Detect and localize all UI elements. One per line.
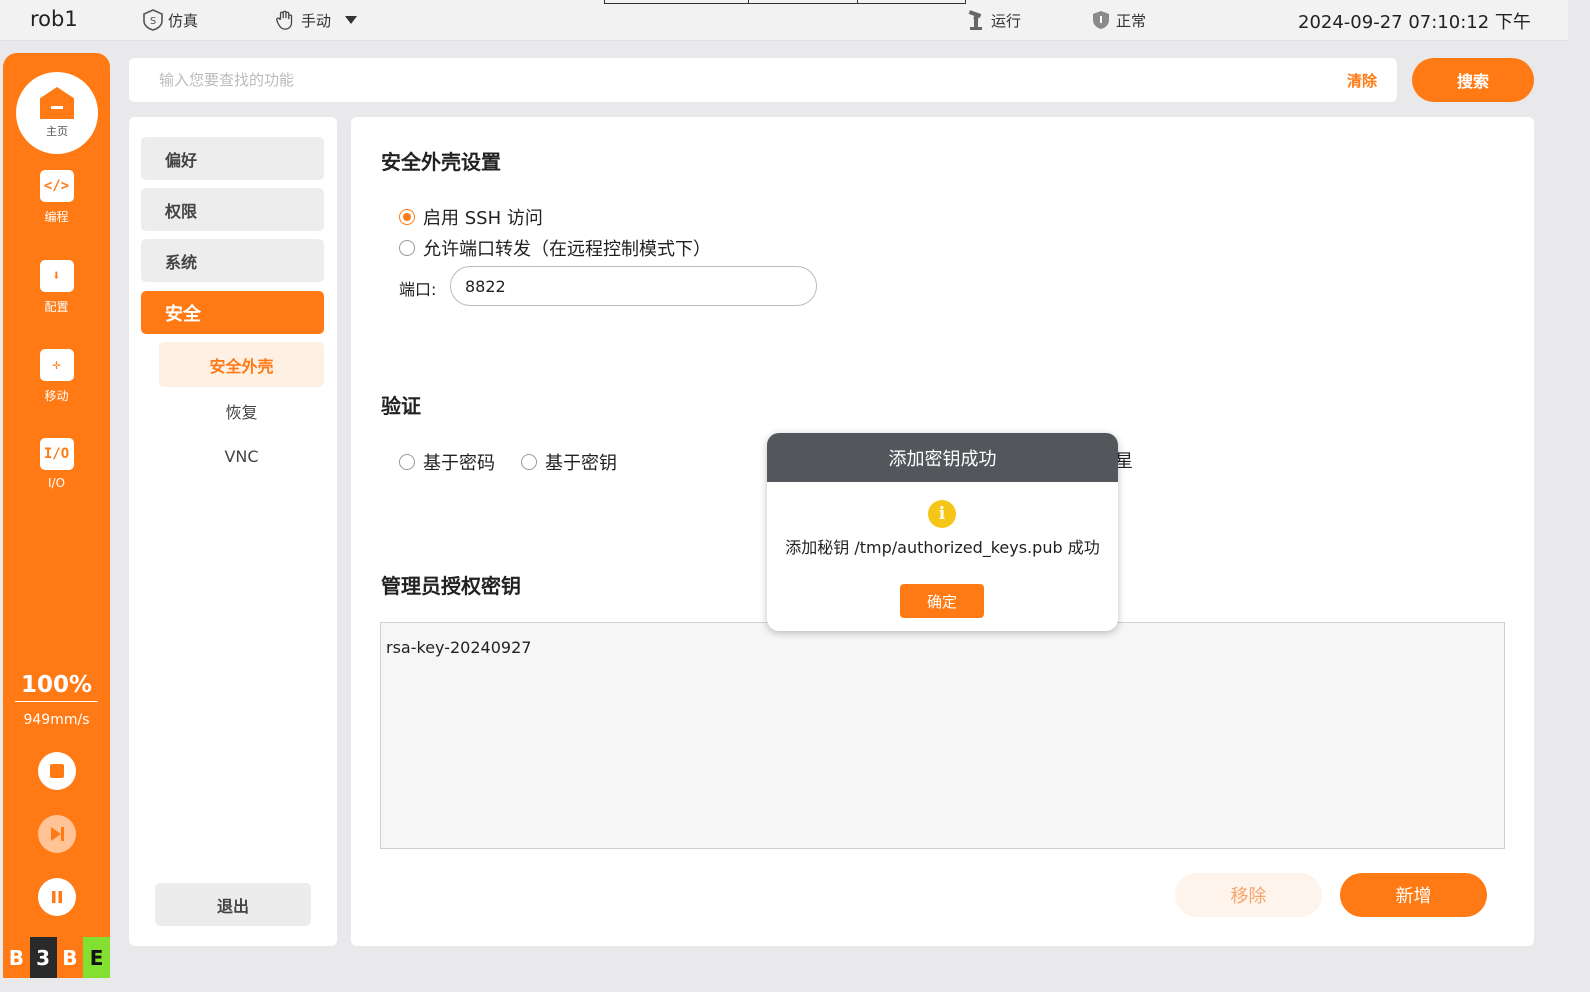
chevron-down-icon — [345, 16, 358, 24]
clear-button[interactable]: 清除 — [1347, 70, 1377, 91]
svg-text:S: S — [150, 16, 156, 27]
port-label: 端口: — [399, 280, 437, 299]
mode-label: 仿真 — [168, 11, 199, 30]
nav-program[interactable]: </> 编程 — [3, 170, 110, 225]
radio-selected-icon — [399, 209, 415, 225]
operation-label: 手动 — [301, 11, 332, 30]
home-label: 主页 — [46, 125, 68, 138]
nav-move-label: 移动 — [44, 389, 69, 403]
top-tab-outline — [604, 0, 966, 4]
top-bar: rob1 S 仿真 手动 运行 正常 2024-09-27 07:10:12 下… — [0, 0, 1568, 41]
add-key-button[interactable]: 新增 — [1340, 873, 1487, 917]
authorized-keys-list: rsa-key-20240927 — [380, 622, 1505, 849]
simulation-icon: S — [142, 9, 164, 31]
auth-password-radio[interactable]: 基于密码 — [399, 449, 495, 475]
nav-config[interactable]: ⬇ 配置 — [3, 260, 110, 315]
robot-arm-icon — [965, 9, 987, 31]
submenu-item-vnc[interactable]: VNC — [159, 434, 324, 479]
status-letter-3: B — [56, 937, 84, 978]
port-forward-label: 允许端口转发（在远程控制模式下） — [423, 239, 711, 260]
auth-password-label: 基于密码 — [423, 453, 495, 474]
port-forward-radio[interactable]: 允许端口转发（在远程控制模式下） — [399, 235, 711, 261]
dialog-title: 添加密钥成功 — [767, 433, 1118, 482]
datetime: 2024-09-27 07:10:12 下午 — [1298, 12, 1531, 33]
speed-panel[interactable]: 100% 949mm/s — [3, 672, 110, 728]
home-button[interactable]: 主页 — [16, 72, 98, 154]
remove-key-button[interactable]: 移除 — [1175, 873, 1322, 917]
nav-io-label: I/O — [47, 476, 66, 490]
io-icon: I/O — [39, 438, 74, 470]
submenu-item-recovery[interactable]: 恢复 — [159, 388, 324, 433]
search-bar: 清除 — [129, 58, 1397, 102]
run-state-label: 运行 — [991, 11, 1022, 30]
nav-config-label: 配置 — [44, 300, 69, 314]
logout-button[interactable]: 退出 — [155, 883, 311, 926]
pause-icon — [52, 891, 62, 903]
auth-key-label: 基于密钥 — [545, 453, 617, 474]
download-book-icon: ⬇ — [39, 260, 74, 292]
nav-program-label: 编程 — [44, 210, 69, 224]
ssh-section-title: 安全外壳设置 — [381, 150, 501, 174]
search-input[interactable] — [159, 68, 1309, 92]
enable-ssh-label: 启用 SSH 访问 — [423, 208, 543, 229]
success-dialog: 添加密钥成功 i 添加秘钥 /tmp/authorized_keys.pub 成… — [767, 433, 1118, 631]
radio-unselected-icon — [399, 240, 415, 256]
settings-menu: 偏好 权限 系统 安全 安全外壳 恢复 VNC 退出 — [129, 117, 337, 946]
stop-button[interactable] — [38, 752, 76, 790]
home-icon — [40, 87, 74, 119]
auth-section-title: 验证 — [381, 394, 421, 418]
status-letter-2: 3 — [29, 937, 57, 978]
info-icon: i — [928, 500, 956, 528]
speed-value: 949mm/s — [23, 712, 90, 728]
dialog-message: 添加秘钥 /tmp/authorized_keys.pub 成功 — [785, 538, 1100, 557]
stop-icon — [50, 764, 64, 778]
menu-item-permissions[interactable]: 权限 — [141, 188, 324, 231]
mode-indicator[interactable]: S 仿真 — [142, 9, 198, 31]
shield-icon — [1090, 9, 1112, 31]
code-icon: </> — [39, 170, 74, 202]
nav-io[interactable]: I/O I/O — [3, 438, 110, 490]
step-button[interactable] — [38, 815, 76, 853]
pause-button[interactable] — [38, 878, 76, 916]
hand-icon — [275, 9, 297, 31]
dialog-ok-button[interactable]: 确定 — [900, 584, 984, 618]
search-button[interactable]: 搜索 — [1412, 58, 1534, 102]
menu-item-preferences[interactable]: 偏好 — [141, 137, 324, 180]
move-arrows-icon: ✛ — [39, 349, 74, 381]
health-label: 正常 — [1116, 11, 1147, 30]
run-state: 运行 — [965, 9, 1021, 31]
robot-name: rob1 — [30, 7, 78, 31]
status-letter-4: E — [83, 937, 110, 978]
step-icon — [51, 827, 64, 841]
operation-mode-dropdown[interactable]: 手动 — [275, 9, 358, 31]
menu-item-system[interactable]: 系统 — [141, 239, 324, 282]
list-item[interactable]: rsa-key-20240927 — [386, 638, 531, 657]
speed-percent: 100% — [15, 672, 98, 702]
left-sidebar: 主页 </> 编程 ⬇ 配置 ✛ 移动 I/O I/O 100% 949mm/s… — [3, 53, 110, 978]
radio-unselected-icon — [521, 454, 537, 470]
health-state: 正常 — [1090, 9, 1146, 31]
port-input[interactable] — [450, 266, 817, 306]
status-letter-strip: B 3 B E — [3, 937, 110, 978]
menu-item-security[interactable]: 安全 — [141, 291, 324, 334]
nav-move[interactable]: ✛ 移动 — [3, 349, 110, 404]
status-letter-1: B — [3, 937, 30, 978]
submenu-item-ssh[interactable]: 安全外壳 — [159, 342, 324, 387]
keys-section-title: 管理员授权密钥 — [381, 574, 521, 598]
enable-ssh-radio[interactable]: 启用 SSH 访问 — [399, 204, 543, 230]
radio-unselected-icon — [399, 454, 415, 470]
auth-key-radio[interactable]: 基于密钥 — [521, 449, 617, 475]
